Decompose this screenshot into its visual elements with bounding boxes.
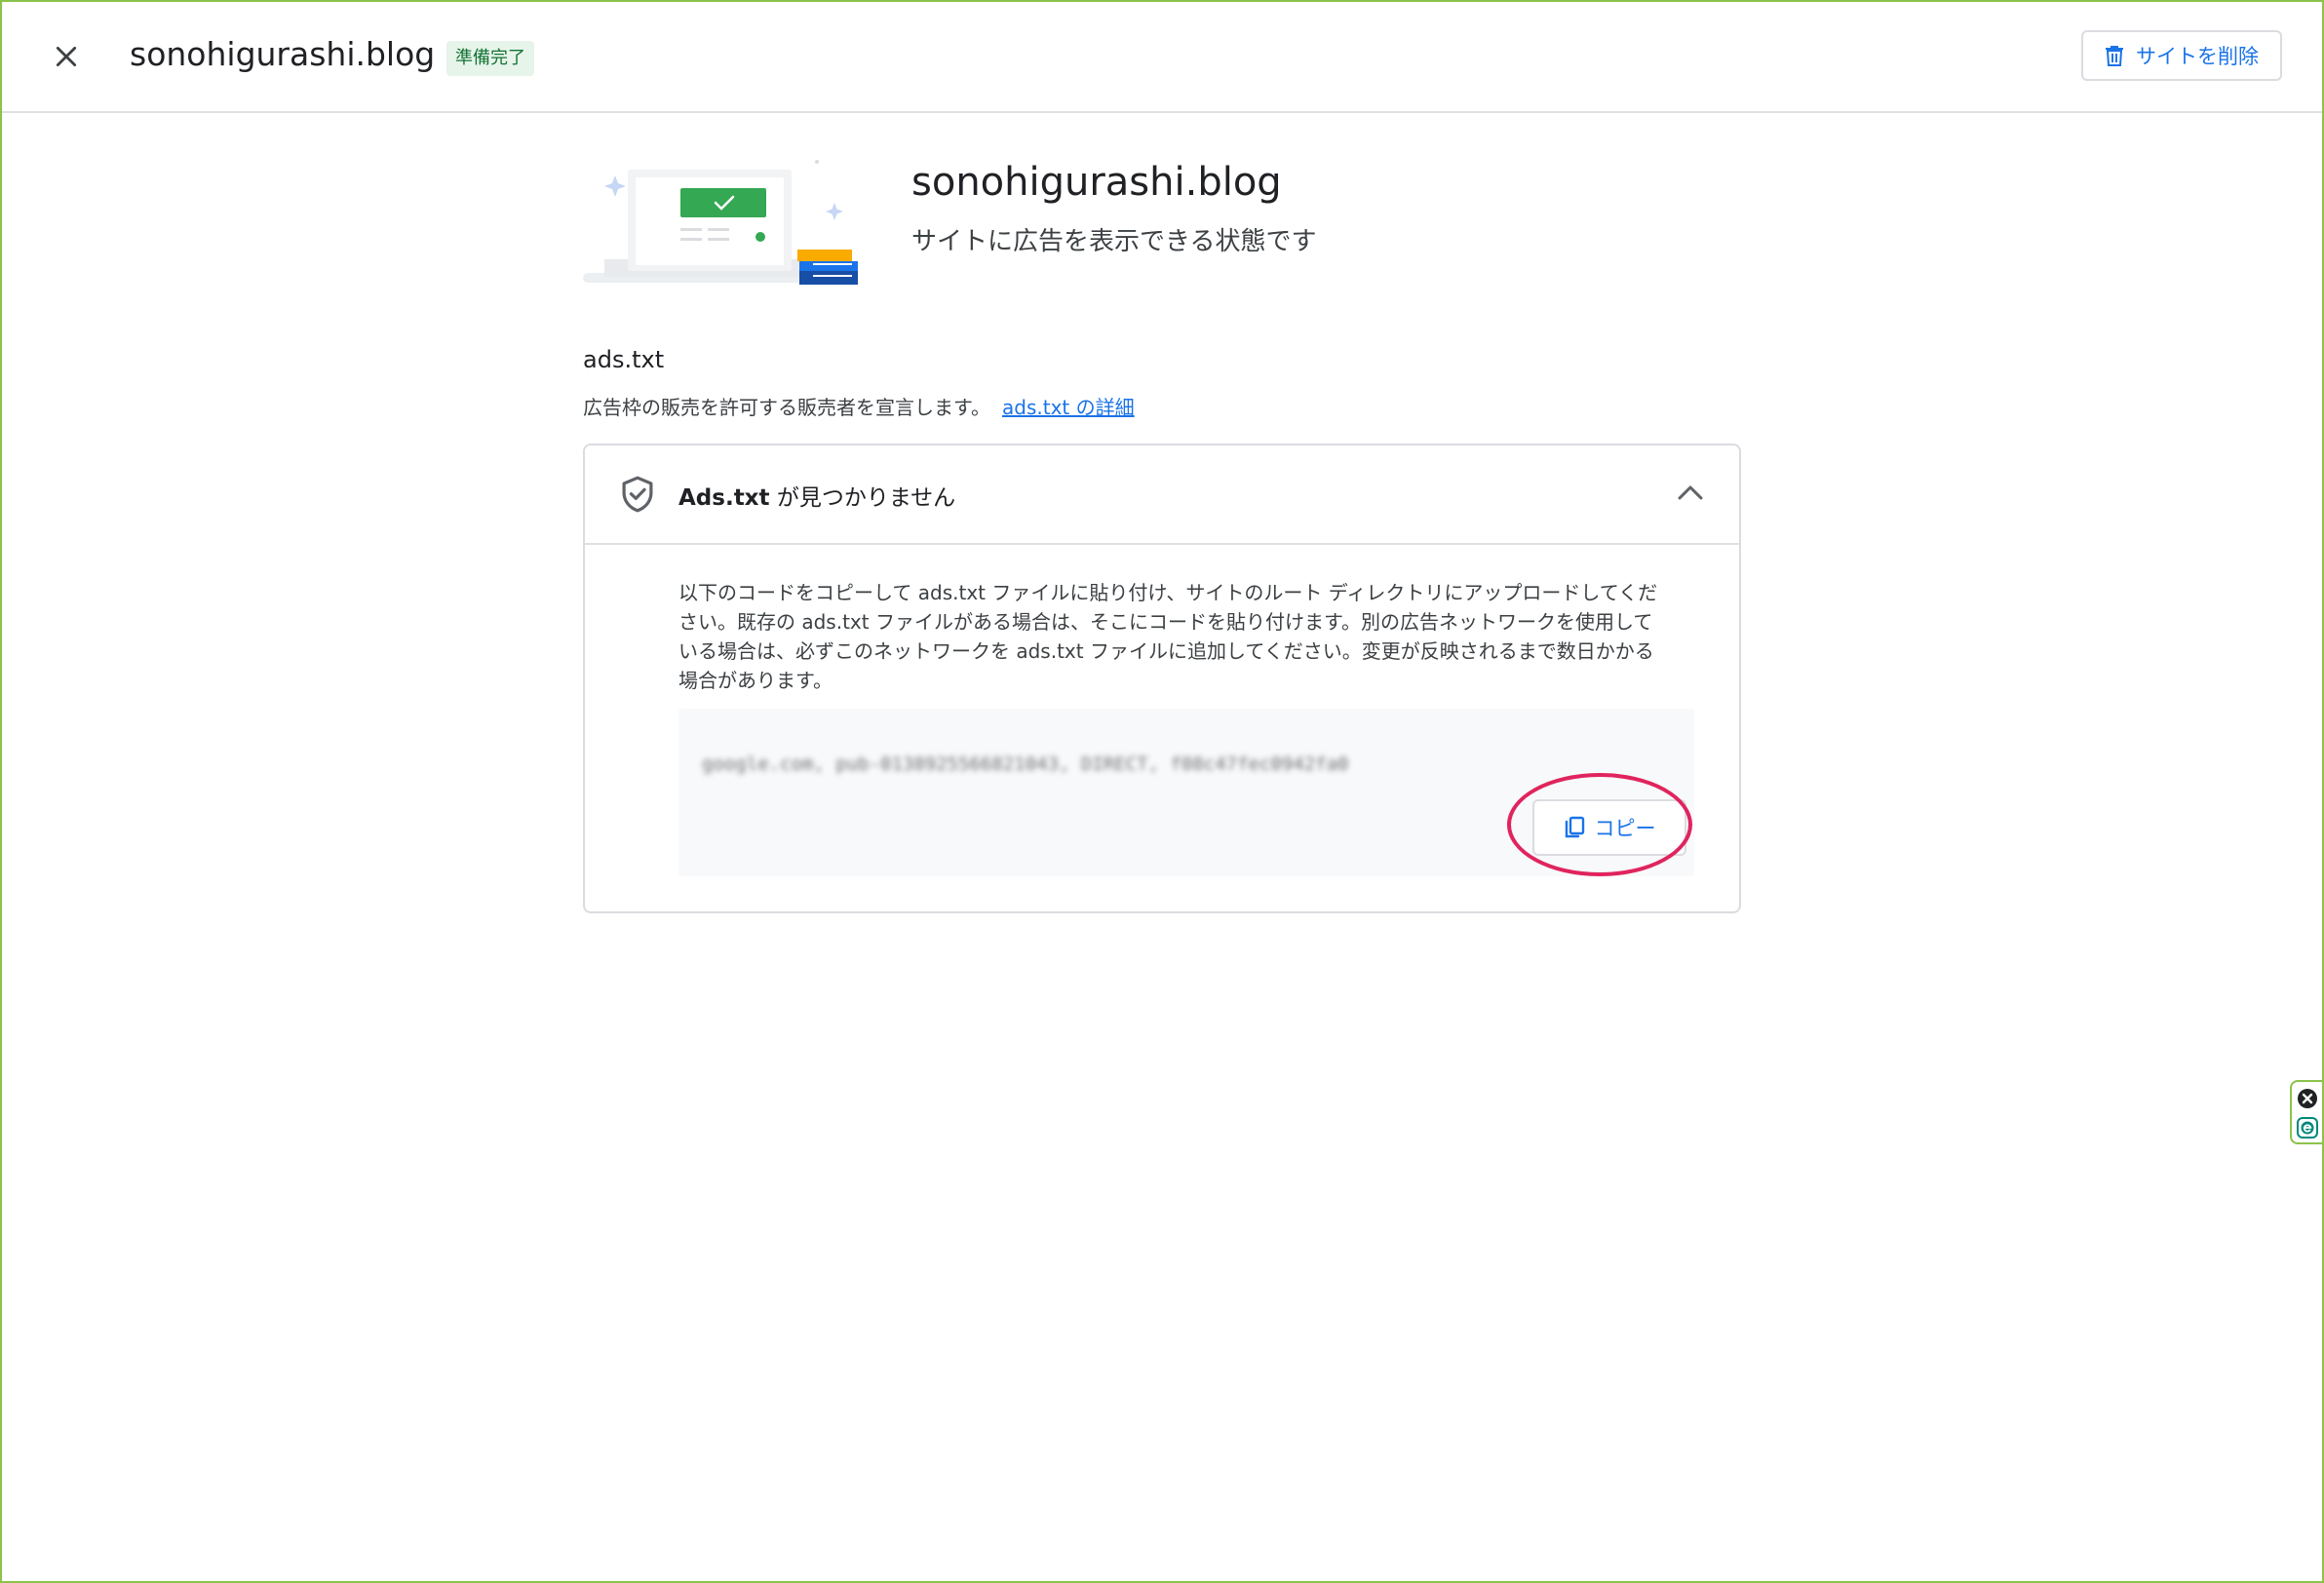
- extension-e-icon[interactable]: [2297, 1117, 2318, 1139]
- copy-button[interactable]: コピー: [1532, 799, 1686, 856]
- trash-icon: [2106, 46, 2123, 66]
- shield-check-icon: [622, 476, 653, 513]
- ads-txt-code[interactable]: google.com, pub-0138925566821043, DIRECT…: [702, 753, 1348, 775]
- delete-site-button[interactable]: サイトを削除: [2081, 30, 2282, 81]
- ads-txt-card: Ads.txt が見つかりません 以下のコードをコピーして ads.txt ファ…: [583, 444, 1741, 913]
- ads-txt-status-bold: Ads.txt: [678, 485, 770, 511]
- ads-txt-card-header[interactable]: Ads.txt が見つかりません: [585, 445, 1739, 545]
- status-badge: 準備完了: [446, 41, 534, 76]
- copy-icon: [1565, 816, 1584, 838]
- ads-txt-details-link[interactable]: ads.txt の詳細: [1002, 396, 1135, 419]
- ads-txt-code-box: google.com, pub-0138925566821043, DIRECT…: [678, 709, 1694, 876]
- copy-button-label: コピー: [1594, 817, 1656, 840]
- ads-txt-status-rest: が見つかりません: [769, 485, 956, 511]
- site-name: sonohigurashi.blog: [130, 35, 436, 73]
- hero-status-text: サイトに広告を表示できる状態です: [911, 227, 1317, 256]
- delete-site-label: サイトを削除: [2136, 45, 2259, 68]
- ads-txt-description: 広告枠の販売を許可する販売者を宣言します。 ads.txt の詳細: [583, 392, 1135, 420]
- close-circle-icon[interactable]: [2297, 1088, 2318, 1109]
- hero-site-name: sonohigurashi.blog: [911, 160, 1282, 205]
- ads-txt-description-text: 広告枠の販売を許可する販売者を宣言します。: [583, 396, 990, 419]
- site-ready-illustration: [583, 160, 858, 285]
- ads-txt-instructions: 以下のコードをコピーして ads.txt ファイルに貼り付け、サイトのルート デ…: [678, 581, 1658, 692]
- close-icon: [56, 46, 77, 67]
- top-bar: sonohigurashi.blog 準備完了 サイトを削除: [2, 2, 2322, 113]
- chevron-up-icon: [1678, 485, 1703, 500]
- ads-txt-heading: ads.txt: [583, 346, 665, 373]
- edge-extension-widget: [2290, 1080, 2322, 1144]
- close-button[interactable]: [43, 33, 90, 80]
- ads-txt-status-title: Ads.txt が見つかりません: [678, 479, 955, 512]
- collapse-button[interactable]: [1671, 473, 1710, 512]
